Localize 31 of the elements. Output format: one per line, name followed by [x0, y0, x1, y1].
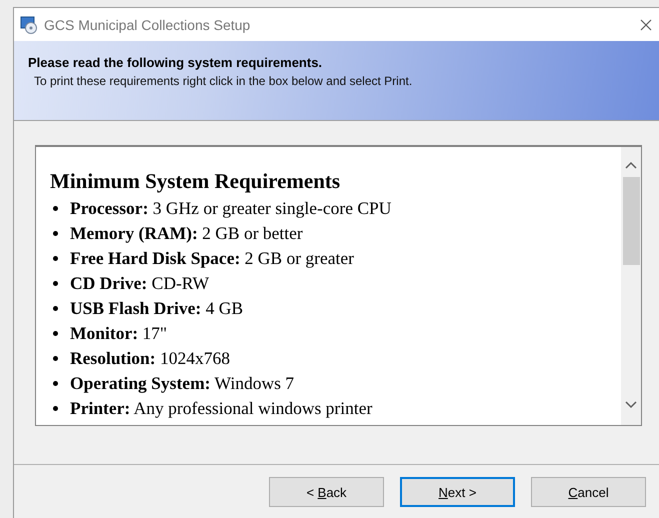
- bullet-icon: [53, 256, 58, 261]
- requirement-text: USB Flash Drive: 4 GB: [70, 298, 244, 319]
- requirement-text: Memory (RAM): 2 GB or better: [70, 223, 303, 244]
- next-button[interactable]: Next >: [400, 477, 515, 507]
- requirement-text: Processor: 3 GHz or greater single-core CPU: [70, 198, 392, 219]
- scrollbar-thumb[interactable]: [622, 177, 640, 265]
- bullet-icon: [53, 281, 58, 286]
- bullet-icon: [53, 331, 58, 336]
- cancel-button[interactable]: Cancel: [531, 477, 646, 507]
- bullet-icon: [53, 306, 58, 311]
- scroll-down-icon[interactable]: [625, 401, 637, 409]
- scroll-up-icon[interactable]: [625, 161, 637, 169]
- bullet-icon: [53, 231, 58, 236]
- banner-heading: Please read the following system requirements.: [28, 55, 322, 70]
- window-title: GCS Municipal Collections Setup: [44, 16, 252, 32]
- requirement-text: Operating System: Windows 7: [70, 373, 294, 394]
- bullet-icon: [53, 381, 58, 386]
- requirement-text: CD Drive: CD-RW: [70, 273, 210, 294]
- requirement-text: Monitor: 17": [70, 323, 168, 344]
- requirement-text: Printer: Any professional windows printer: [70, 398, 372, 419]
- requirements-heading: Minimum System Requirements: [50, 169, 340, 194]
- back-button[interactable]: < Back: [269, 477, 384, 507]
- bullet-icon: [53, 406, 58, 411]
- requirement-text: Free Hard Disk Space: 2 GB or greater: [70, 248, 354, 269]
- scrollbar[interactable]: [621, 147, 641, 425]
- installer-disc-icon: [20, 16, 38, 34]
- close-icon[interactable]: [640, 18, 652, 30]
- bullet-icon: [53, 356, 58, 361]
- requirement-text: Resolution: 1024x768: [70, 348, 230, 369]
- banner-instruction: To print these requirements right click in the box below and select Print.: [34, 74, 412, 88]
- bullet-icon: [53, 206, 58, 211]
